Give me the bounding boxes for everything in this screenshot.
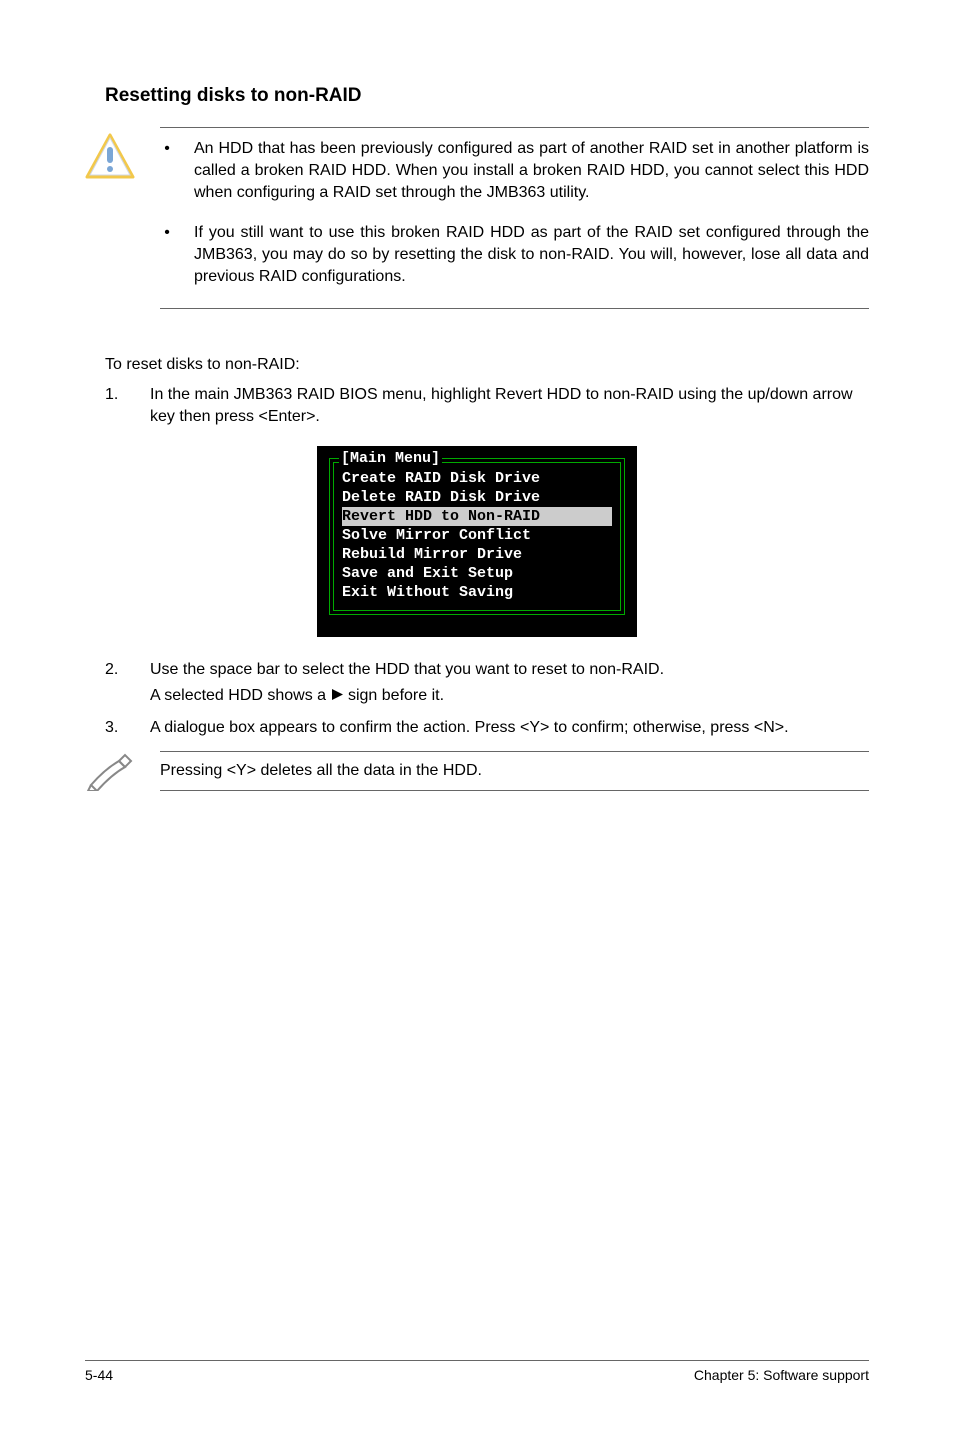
bullet-dot: • [160,138,174,160]
caution-icon [85,132,135,182]
caution-bullet-1: • An HDD that has been previously config… [160,138,869,204]
step-number: 1. [105,384,125,406]
step-number: 3. [105,717,125,739]
step-text-line2: A selected HDD shows a sign before it. [150,685,869,707]
step-2: 2. Use the space bar to select the HDD t… [105,659,869,707]
step-text-line1: Use the space bar to select the HDD that… [150,659,869,681]
bios-menu-item: Rebuild Mirror Drive [342,545,612,564]
bullet-text: An HDD that has been previously configur… [194,138,869,204]
step-1: 1. In the main JMB363 RAID BIOS menu, hi… [105,384,869,428]
bullet-text: If you still want to use this broken RAI… [194,222,869,288]
section-heading: Resetting disks to non-RAID [105,85,869,107]
bios-screenshot: [Main Menu] Create RAID Disk Drive Delet… [85,446,869,637]
caution-block: • An HDD that has been previously config… [85,127,869,309]
intro-text: To reset disks to non-RAID: [105,354,869,376]
step-text: In the main JMB363 RAID BIOS menu, highl… [150,384,869,428]
bios-menu-title: [Main Menu] [339,449,442,468]
page-footer: 5-44 Chapter 5: Software support [85,1360,869,1383]
chapter-label: Chapter 5: Software support [694,1367,869,1383]
bios-menu-item: Solve Mirror Conflict [342,526,612,545]
bios-menu-item: Create RAID Disk Drive [342,469,612,488]
page-number: 5-44 [85,1367,113,1383]
caution-content: • An HDD that has been previously config… [160,127,869,309]
bios-menu-item-selected: Revert HDD to Non-RAID [342,507,612,526]
note-text: Pressing <Y> deletes all the data in the… [160,751,869,791]
bios-menu-item: Save and Exit Setup [342,564,612,583]
bios-menu-item: Exit Without Saving [342,583,612,602]
sub-post: sign before it. [344,687,445,704]
sub-pre: A selected HDD shows a [150,687,331,704]
note-block: Pressing <Y> deletes all the data in the… [85,751,869,791]
step-3: 3. A dialogue box appears to confirm the… [105,717,869,739]
triangle-right-icon [331,688,344,701]
pencil-note-icon [85,751,135,791]
step-text: A dialogue box appears to confirm the ac… [150,717,869,739]
bullet-dot: • [160,222,174,244]
bios-menu-item: Delete RAID Disk Drive [342,488,612,507]
step-number: 2. [105,659,125,681]
step-text: Use the space bar to select the HDD that… [150,659,869,707]
caution-bullet-2: • If you still want to use this broken R… [160,222,869,288]
